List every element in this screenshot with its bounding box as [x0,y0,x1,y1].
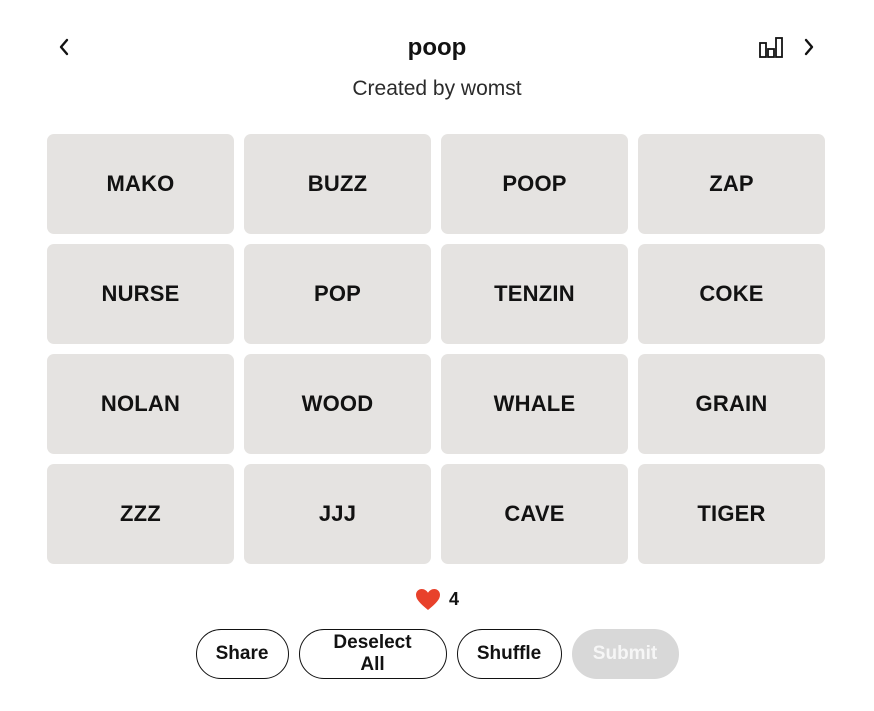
stats-button[interactable] [757,33,785,61]
mistakes-count: 4 [448,589,459,609]
word-tile[interactable]: BUZZ [244,134,431,234]
controls-bar: Share Deselect All Shuffle Submit [0,629,874,679]
word-tile[interactable]: ZAP [638,134,825,234]
bar-chart-icon [759,37,783,58]
shuffle-button[interactable]: Shuffle [456,629,562,679]
word-tile[interactable]: JJJ [244,464,431,564]
word-tile[interactable]: COKE [638,244,825,344]
deselect-all-button[interactable]: Deselect All [298,629,447,679]
puzzle-author: Created by womst [352,77,522,100]
word-tile[interactable]: NOLAN [47,354,234,454]
word-tile[interactable]: CAVE [441,464,628,564]
heart-icon [415,588,440,610]
share-button[interactable]: Share [195,629,289,679]
game-page: poop Created by womst MAKO BUZZ POOP ZAP… [0,0,874,711]
word-tile[interactable]: MAKO [47,134,234,234]
word-tile[interactable]: WOOD [244,354,431,454]
word-tile[interactable]: TENZIN [441,244,628,344]
word-tile[interactable]: GRAIN [638,354,825,454]
submit-button[interactable]: Submit [571,629,679,679]
word-tile[interactable]: POOP [441,134,628,234]
word-tile[interactable]: WHALE [441,354,628,454]
word-tile[interactable]: NURSE [47,244,234,344]
word-tile[interactable]: TIGER [638,464,825,564]
word-tile[interactable]: ZZZ [47,464,234,564]
next-puzzle-button[interactable] [794,30,824,64]
chevron-right-icon [804,38,814,56]
word-grid: MAKO BUZZ POOP ZAP NURSE POP TENZIN COKE… [47,134,827,564]
mistakes-remaining: 4 [0,586,874,612]
word-tile[interactable]: POP [244,244,431,344]
puzzle-title: poop [407,34,467,61]
